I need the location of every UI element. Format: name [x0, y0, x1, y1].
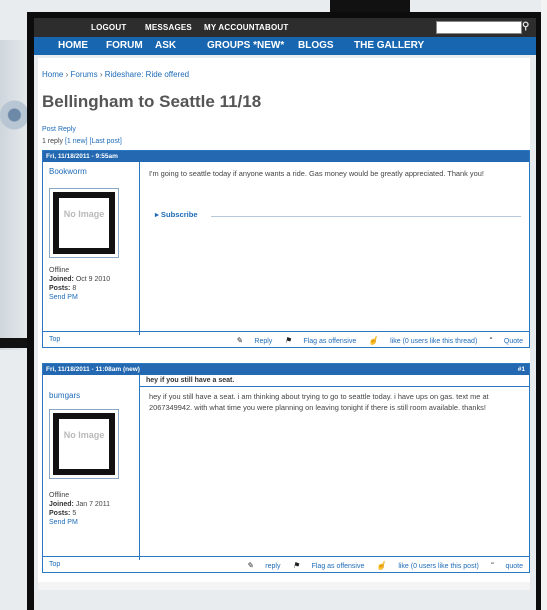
page-bottom — [38, 582, 530, 590]
author-status: Offline — [49, 267, 70, 274]
author-panel: bumgars No Image Offline Joined: Jan 7 2… — [43, 375, 140, 560]
post-body: bumgars No Image Offline Joined: Jan 7 2… — [43, 375, 529, 560]
author-meta: Offline Joined: Oct 9 2010 Posts: 8 Send… — [49, 266, 110, 302]
subscribe-link[interactable]: ▸ Subscribe — [155, 210, 198, 219]
quote-icon: “ — [489, 336, 492, 345]
joined-date: Oct 9 2010 — [75, 276, 111, 283]
flag-button[interactable]: ⚑ Flag as offensive — [284, 336, 357, 345]
joined-date: Jan 7 2011 — [75, 501, 110, 508]
flag-icon: ⚑ — [292, 561, 300, 570]
post-date: Fri, 11/18/2011 - 11:08am (new) — [46, 366, 140, 373]
about-link[interactable]: ABOUT — [259, 23, 288, 32]
post-date: Fri, 11/18/2011 - 9:55am — [46, 153, 118, 160]
reply-button[interactable]: ✎ reply — [246, 561, 281, 570]
author-status: Offline — [49, 492, 70, 499]
send-pm-link[interactable]: Send PM — [49, 293, 110, 302]
avatar[interactable]: No Image — [49, 409, 119, 479]
quote-button[interactable]: “ Quote — [489, 336, 523, 345]
flag-label: Flag as offensive — [303, 338, 357, 345]
browser-window: LOGOUT MESSAGES MY ACCOUNT ABOUT ⚲ HOME … — [34, 18, 536, 610]
logout-link[interactable]: LOGOUT — [91, 23, 126, 32]
like-label: like (0 users like this thread) — [390, 338, 478, 345]
top-link[interactable]: Top — [49, 561, 60, 568]
main-nav: HOME FORUM ASK GROUPS *NEW* BLOGS THE GA… — [34, 37, 536, 55]
thumbs-up-icon: ☝ — [368, 336, 379, 345]
thumbs-up-icon: ☝ — [376, 561, 387, 570]
background-top-bar — [330, 0, 410, 12]
post-reply-link[interactable]: Post Reply — [42, 126, 76, 133]
posts-label: Posts: — [49, 510, 71, 517]
post-count: 8 — [72, 285, 77, 292]
avatar[interactable]: No Image — [49, 188, 119, 258]
reply-count: 1 reply — [42, 138, 64, 145]
page-content: Home › Forums › Rideshare: Ride offered … — [38, 58, 530, 590]
post-actions: ✎ Reply ⚑ Flag as offensive ☝ like (0 users… — [226, 336, 523, 345]
quote-label: Quote — [503, 338, 523, 345]
quote-label: quote — [505, 563, 523, 570]
flag-icon: ⚑ — [284, 336, 292, 345]
like-button[interactable]: ☝ like (0 users like this thread) — [368, 336, 478, 345]
author-name[interactable]: Bookworm — [49, 167, 87, 176]
nav-blogs[interactable]: BLOGS — [298, 40, 334, 51]
send-pm-link[interactable]: Send PM — [49, 518, 110, 527]
search-input[interactable] — [436, 21, 522, 34]
page-title: Bellingham to Seattle 11/18 — [42, 92, 262, 111]
nav-groups[interactable]: GROUPS *NEW* — [207, 40, 284, 51]
quote-button[interactable]: “ quote — [490, 561, 523, 570]
nav-ask[interactable]: ASK — [155, 40, 176, 51]
author-meta: Offline Joined: Jan 7 2011 Posts: 5 Send… — [49, 491, 110, 527]
forum-post: Fri, 11/18/2011 - 11:08am (new) #1 bumga… — [42, 363, 530, 573]
pencil-icon: ✎ — [246, 561, 254, 570]
author-panel: Bookworm No Image Offline Joined: Oct 9 … — [43, 162, 140, 335]
post-body: Bookworm No Image Offline Joined: Oct 9 … — [43, 162, 529, 335]
posts-label: Posts: — [49, 285, 71, 292]
flag-label: Flag as offensive — [311, 563, 365, 570]
post-header: Fri, 11/18/2011 - 9:55am — [43, 151, 529, 162]
nav-forum[interactable]: FORUM — [106, 40, 143, 51]
reply-button[interactable]: ✎ Reply — [235, 336, 273, 345]
post-number[interactable]: #1 — [518, 366, 525, 373]
flag-button[interactable]: ⚑ Flag as offensive — [292, 561, 365, 570]
joined-label: Joined: — [49, 501, 74, 508]
my-account-link[interactable]: MY ACCOUNT — [204, 23, 260, 32]
subscribe-label: Subscribe — [160, 210, 198, 219]
avatar-placeholder: No Image — [53, 413, 115, 475]
post-message: I'm going to seattle today if anyone wan… — [149, 169, 484, 178]
divider — [211, 216, 521, 217]
nav-home[interactable]: HOME — [58, 40, 88, 51]
forum-post: Fri, 11/18/2011 - 9:55am Bookworm No Ima… — [42, 150, 530, 348]
breadcrumb-home[interactable]: Home — [42, 70, 63, 79]
search-icon[interactable]: ⚲ — [522, 21, 532, 33]
post-count: 5 — [72, 510, 77, 517]
post-message: hey if you still have a seat. i am think… — [149, 392, 489, 412]
nav-gallery[interactable]: THE GALLERY — [354, 40, 424, 51]
background-strip — [541, 0, 547, 610]
top-link[interactable]: Top — [49, 336, 60, 343]
author-name[interactable]: bumgars — [49, 391, 80, 400]
pencil-icon: ✎ — [235, 336, 243, 345]
quote-icon: “ — [490, 561, 494, 570]
post-header: Fri, 11/18/2011 - 11:08am (new) #1 — [43, 364, 529, 375]
breadcrumb-section[interactable]: Rideshare: Ride offered — [105, 70, 189, 79]
like-label: like (0 users like this post) — [398, 563, 479, 570]
post-subject-bar: hey if you still have a seat. — [140, 375, 529, 387]
breadcrumb-forums[interactable]: Forums — [70, 70, 97, 79]
reply-stats: 1 reply [1 new] [Last post] — [42, 138, 122, 145]
post-actions: ✎ reply ⚑ Flag as offensive ☝ like (0 users… — [237, 561, 523, 570]
breadcrumb-separator: › — [65, 70, 69, 79]
reply-label: reply — [265, 563, 281, 570]
post-footer: Top ✎ reply ⚑ Flag as offensive ☝ like (0 u… — [43, 556, 529, 572]
avatar-placeholder: No Image — [53, 192, 115, 254]
breadcrumb: Home › Forums › Rideshare: Ride offered — [42, 70, 189, 79]
last-post-link[interactable]: [Last post] — [90, 138, 122, 145]
like-button[interactable]: ☝ like (0 users like this post) — [376, 561, 479, 570]
joined-label: Joined: — [49, 276, 74, 283]
messages-link[interactable]: MESSAGES — [145, 23, 192, 32]
top-nav: LOGOUT MESSAGES MY ACCOUNT ABOUT ⚲ — [34, 18, 536, 37]
breadcrumb-separator: › — [99, 70, 103, 79]
post-subject: hey if you still have a seat. — [146, 377, 235, 384]
new-replies-link[interactable]: [1 new] — [65, 138, 88, 145]
reply-label: Reply — [254, 338, 273, 345]
post-footer: Top ✎ Reply ⚑ Flag as offensive ☝ like (0 u… — [43, 331, 529, 347]
